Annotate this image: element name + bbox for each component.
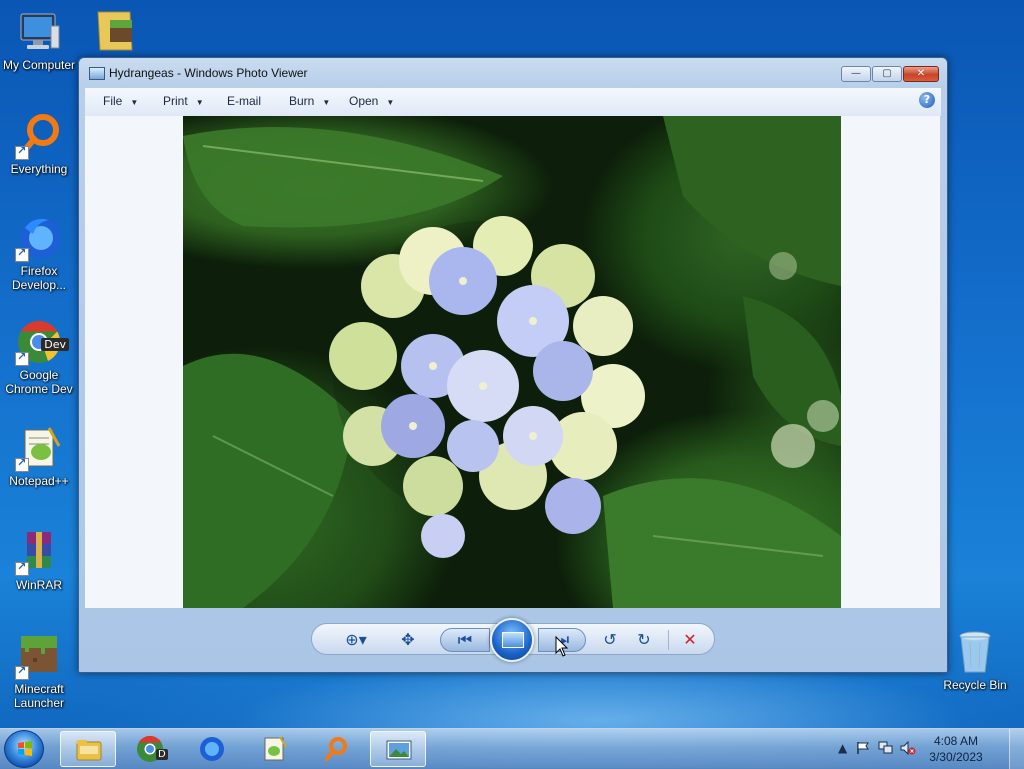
start-button[interactable] bbox=[4, 730, 44, 768]
folder-icon bbox=[90, 6, 138, 54]
menu-burn-label: Burn bbox=[289, 94, 315, 108]
clock-time[interactable]: 4:08 AM bbox=[916, 734, 996, 748]
show-desktop-button[interactable] bbox=[1009, 729, 1024, 769]
everything-search-icon bbox=[15, 112, 63, 160]
minecraft-grass-block-icon bbox=[15, 632, 63, 680]
taskbar-chrome-dev[interactable]: D bbox=[122, 731, 178, 767]
desktop-icon-winrar[interactable]: WinRAR bbox=[1, 528, 77, 592]
maximize-button[interactable]: ▢ bbox=[872, 66, 902, 82]
firefox-developer-icon bbox=[200, 737, 224, 761]
desktop-icon-label: WinRAR bbox=[15, 578, 62, 592]
desktop-icon-notepad-plus-plus[interactable]: Notepad++ bbox=[1, 424, 77, 488]
toolbar-separator bbox=[668, 630, 669, 650]
menu-print-label: Print bbox=[163, 94, 188, 108]
notepad-plus-plus-icon bbox=[264, 736, 287, 761]
menu-bar: File ▼ Print ▼ E-mail Burn ▼ Open ▼ ? bbox=[85, 88, 941, 117]
windows-logo-icon bbox=[18, 741, 32, 756]
desktop-icon-label: Minecraft Launcher bbox=[13, 682, 65, 710]
volume-muted-icon[interactable] bbox=[900, 741, 916, 755]
taskbar-everything[interactable] bbox=[308, 731, 364, 767]
dropdown-arrow-icon: ▼ bbox=[322, 98, 331, 107]
desktop-icon-label: Google Chrome Dev bbox=[5, 368, 73, 396]
shortcut-arrow-icon bbox=[15, 350, 29, 366]
dropdown-arrow-icon: ▼ bbox=[130, 98, 139, 107]
desktop-icon-recycle-bin[interactable]: Recycle Bin bbox=[937, 628, 1013, 692]
winrar-icon bbox=[15, 528, 63, 576]
taskbar: D ▲ 4:08 AM 3/30/2023 bbox=[0, 728, 1024, 769]
firefox-developer-icon bbox=[15, 214, 63, 262]
previous-image-button[interactable]: ⏮ bbox=[440, 628, 490, 652]
zoom-icon[interactable]: ⊕▾ bbox=[338, 628, 374, 652]
photo-viewer-window: Hydrangeas - Windows Photo Viewer — ▢ ✕ … bbox=[78, 57, 948, 673]
desktop-icon-minecraft-folder[interactable] bbox=[76, 6, 152, 56]
slideshow-button[interactable] bbox=[490, 618, 534, 662]
actual-size-icon[interactable]: ✥ bbox=[394, 628, 422, 652]
title-bar[interactable]: Hydrangeas - Windows Photo Viewer — ▢ ✕ bbox=[79, 58, 947, 90]
hydrangea-photo bbox=[183, 116, 841, 608]
menu-file[interactable]: File ▼ bbox=[103, 94, 138, 108]
taskbar-explorer[interactable] bbox=[60, 731, 116, 767]
rotate-clockwise-icon[interactable]: ↻ bbox=[632, 628, 656, 652]
menu-open[interactable]: Open ▼ bbox=[349, 94, 394, 108]
desktop-icon-label: Recycle Bin bbox=[943, 678, 1007, 692]
desktop-icon-google-chrome-dev[interactable]: Dev Google Chrome Dev bbox=[1, 318, 77, 396]
rotate-counterclockwise-icon[interactable]: ↺ bbox=[598, 628, 622, 652]
dev-badge: Dev bbox=[41, 338, 69, 351]
minimize-button[interactable]: — bbox=[841, 66, 871, 82]
clock-date[interactable]: 3/30/2023 bbox=[916, 750, 996, 764]
photo-viewer-app-icon bbox=[89, 67, 105, 80]
desktop-icon-firefox-developer[interactable]: Firefox Develop... bbox=[1, 214, 77, 292]
everything-search-icon bbox=[325, 737, 347, 761]
slideshow-icon bbox=[502, 632, 524, 648]
recycle-bin-icon bbox=[951, 628, 999, 676]
taskbar-firefox-developer[interactable] bbox=[184, 731, 240, 767]
shortcut-arrow-icon bbox=[15, 664, 29, 680]
window-title: Hydrangeas - Windows Photo Viewer bbox=[109, 66, 308, 80]
shortcut-arrow-icon bbox=[15, 560, 29, 576]
desktop-icon-label: My Computer bbox=[2, 58, 76, 72]
show-hidden-icons-icon[interactable]: ▲ bbox=[838, 741, 847, 755]
network-icon[interactable] bbox=[878, 741, 894, 755]
desktop-icon-my-computer[interactable]: My Computer bbox=[1, 8, 77, 72]
menu-burn[interactable]: Burn ▼ bbox=[289, 94, 330, 108]
menu-print[interactable]: Print ▼ bbox=[163, 94, 204, 108]
chrome-dev-icon: Dev bbox=[15, 318, 69, 366]
desktop-icon-label: Firefox Develop... bbox=[11, 264, 67, 292]
dev-badge: D bbox=[156, 749, 168, 760]
close-button[interactable]: ✕ bbox=[903, 66, 939, 82]
delete-icon[interactable]: ✕ bbox=[676, 628, 704, 652]
desktop-icon-label: Everything bbox=[10, 162, 68, 176]
menu-email[interactable]: E-mail bbox=[227, 94, 261, 108]
explorer-folder-icon bbox=[76, 740, 102, 761]
desktop-icon-label: Notepad++ bbox=[9, 474, 69, 488]
system-tray: ▲ 4:08 AM 3/30/2023 bbox=[834, 729, 1024, 769]
help-icon[interactable]: ? bbox=[919, 92, 935, 108]
menu-open-label: Open bbox=[349, 94, 379, 108]
shortcut-arrow-icon bbox=[15, 456, 29, 472]
taskbar-photo-viewer[interactable] bbox=[370, 731, 426, 767]
desktop-icon-everything[interactable]: Everything bbox=[1, 112, 77, 176]
shortcut-arrow-icon bbox=[15, 246, 29, 262]
action-center-flag-icon[interactable] bbox=[856, 741, 870, 755]
dropdown-arrow-icon: ▼ bbox=[386, 98, 395, 107]
taskbar-notepad-plus-plus[interactable] bbox=[246, 731, 302, 767]
dropdown-arrow-icon: ▼ bbox=[195, 98, 204, 107]
menu-file-label: File bbox=[103, 94, 123, 108]
computer-icon bbox=[15, 8, 63, 56]
desktop-icon-minecraft-launcher[interactable]: Minecraft Launcher bbox=[1, 632, 77, 710]
shortcut-arrow-icon bbox=[15, 144, 29, 160]
viewer-control-bar: ⊕▾ ✥ ⏮ ⏭ ↺ ↻ ✕ bbox=[311, 618, 715, 662]
photo-viewer-icon bbox=[386, 740, 412, 760]
image-view-area[interactable] bbox=[85, 116, 940, 608]
notepad-plus-plus-icon bbox=[15, 424, 63, 472]
